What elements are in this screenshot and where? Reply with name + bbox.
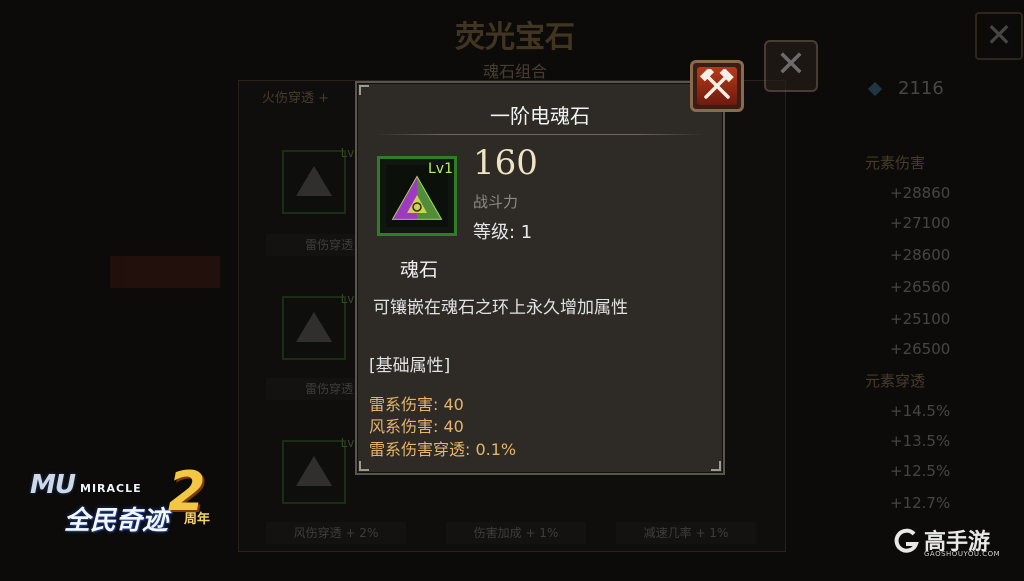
attribute-line: 雷系伤害穿透: 0.1%: [369, 440, 517, 459]
bg-close-icon[interactable]: ✕: [975, 12, 1023, 60]
bg-slot-label: 风伤穿透 + 2%: [266, 522, 406, 544]
bg-stat-row: +12.7%: [800, 494, 980, 512]
bg-section-title: 元素伤害: [864, 154, 925, 172]
item-description: 可镶嵌在魂石之环上永久增加属性: [373, 298, 628, 318]
crossed-hammers-icon: [699, 69, 734, 99]
bg-stat-value: +28860: [890, 184, 951, 202]
item-level-tag: Lv1: [428, 161, 453, 177]
bg-stat-value: +26560: [890, 278, 951, 296]
bg-gem-slot[interactable]: Lv1: [282, 146, 362, 214]
logo-anniversary: 周年: [184, 512, 211, 527]
bg-stat-row: +25100: [800, 310, 980, 328]
bg-window-title: 荧光宝石: [455, 20, 575, 55]
base-attributes-title: [基础属性]: [369, 356, 451, 376]
combat-power-value: 160: [473, 143, 538, 183]
item-title: 一阶电魂石: [490, 104, 590, 128]
bg-stat-value: +25100: [890, 310, 951, 328]
bg-stat-row: +27100: [800, 214, 980, 232]
bg-gem-icon: [296, 312, 332, 342]
bg-gem-icon: [296, 456, 332, 486]
close-button[interactable]: [690, 60, 744, 112]
bg-stat-row: +13.5%: [800, 432, 980, 450]
bg-stat-row: +26500: [800, 340, 980, 358]
logo-mu-text: MU: [30, 470, 76, 500]
bg-stat-value: +14.5%: [890, 402, 951, 420]
soul-stone-gem-icon: [391, 175, 443, 220]
bg-left-menu-item[interactable]: [110, 256, 220, 288]
bg-stat-row: +12.5%: [800, 462, 980, 480]
bg-slot-label: 减速几率 + 1%: [616, 522, 756, 544]
item-name: 魂石: [399, 259, 438, 281]
bg-stat-row: +14.5%: [800, 402, 980, 420]
bg-subtitle: 魂石组合: [482, 62, 547, 81]
bg-section-title: 元素穿透: [864, 372, 925, 390]
item-level: 等级: 1: [473, 222, 533, 243]
logo-game-name: 全民奇迹: [64, 506, 169, 536]
site-watermark: 高手游 GAOSHOUYOU.COM: [892, 524, 1002, 558]
corner-ornament: [359, 461, 369, 471]
bg-stat-value: +12.5%: [890, 462, 951, 480]
watermark-url: GAOSHOUYOU.COM: [924, 550, 1001, 558]
bg-stat-row: +26560: [800, 278, 980, 296]
attribute-line: 雷系伤害: 40: [369, 395, 464, 414]
bg-power: 2116: [867, 78, 944, 99]
logo-miracle-text: MIRACLE: [80, 482, 142, 495]
bg-stat-value: +12.7%: [890, 494, 951, 512]
item-detail-popup: 一阶电魂石 Lv1 魂石 160 战斗力 等级: 1 可镶嵌在魂石之环上永久增加…: [355, 81, 725, 475]
bg-slot-label: 伤害加成 + 1%: [446, 522, 586, 544]
panel-close-icon[interactable]: ✕: [764, 40, 818, 92]
corner-ornament: [359, 85, 369, 95]
bg-stat-row: +28860: [800, 184, 980, 202]
attribute-line: 风系伤害: 40: [369, 417, 464, 436]
bg-stat-value: +28600: [890, 246, 951, 264]
game-logo: MU MIRACLE 全民奇迹 2 周年: [28, 460, 228, 542]
bg-stat-value: +13.5%: [890, 432, 951, 450]
title-divider: [377, 134, 703, 135]
bg-gem-slot[interactable]: Lv1: [282, 436, 362, 504]
bg-stat-value: +27100: [890, 214, 951, 232]
watermark-logo-icon: [894, 528, 919, 553]
bg-gem-icon: [296, 166, 332, 196]
bg-stat-row: +28600: [800, 246, 980, 264]
bg-gem-slot[interactable]: Lv1: [282, 292, 362, 360]
combat-power-label: 战斗力: [473, 193, 519, 211]
gem-icon: [867, 81, 883, 97]
corner-ornament: [711, 461, 721, 471]
bg-power-value: 2116: [898, 78, 944, 99]
bg-stat-value: +26500: [890, 340, 951, 358]
item-icon-slot: Lv1: [377, 156, 457, 236]
